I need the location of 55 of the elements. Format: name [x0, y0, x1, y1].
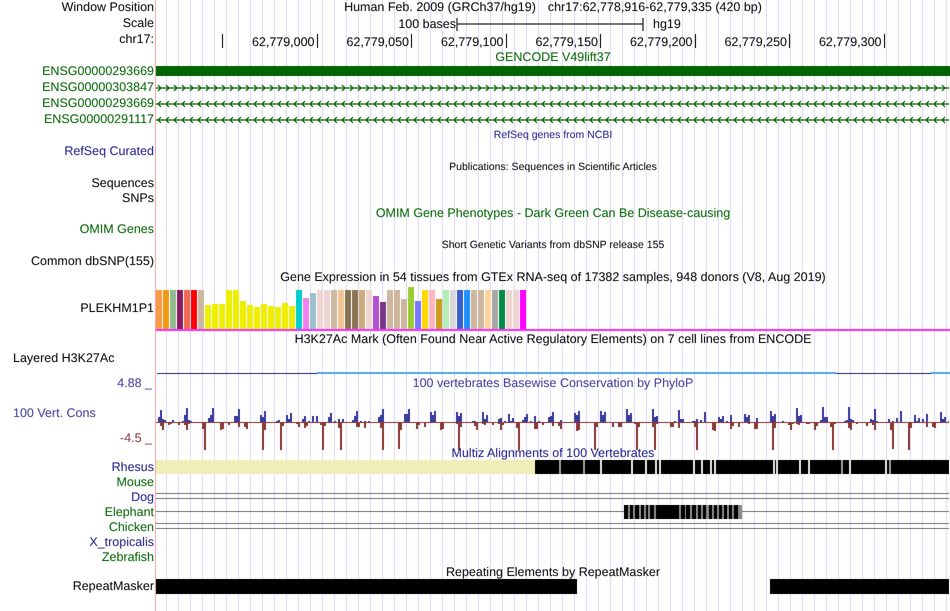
track-title: Publications: Sequences in Scientific Articles	[449, 160, 657, 175]
track-title: Gene Expression in 54 tissues from GTEx RNA-seq of 17382 samples, 948 donors (V8, Aug 2019)	[280, 270, 826, 284]
scale-length-label: 100 bases	[398, 17, 456, 31]
ruler-tick-label: 62,779,150	[535, 35, 599, 49]
track-title: GENCODE V49lift37	[495, 50, 611, 64]
assembly-label: hg19	[653, 17, 681, 31]
gene-strand-drawing[interactable]	[156, 82, 949, 94]
species-label[interactable]: X_tropicalis	[89, 535, 154, 549]
gene-strand-drawing[interactable]	[156, 98, 949, 110]
ruler-tick-mark	[694, 34, 696, 48]
track-label[interactable]: Layered H3K27Ac	[13, 351, 114, 365]
track-label[interactable]: PLEKHM1P1	[80, 300, 154, 316]
ruler-tick-label: 62,779,300	[818, 35, 882, 49]
species-label[interactable]: Chicken	[108, 520, 154, 534]
track-title: Repeating Elements by RepeatMasker	[446, 565, 660, 579]
gene-strand-drawing[interactable]	[156, 114, 949, 126]
gene-label[interactable]: ENSG00000291117	[44, 112, 154, 126]
track-label[interactable]: SNPs	[122, 191, 154, 205]
track-title: Short Genetic Variants from dbSNP release 155	[442, 238, 664, 253]
species-label[interactable]: Zebrafish	[102, 550, 154, 564]
gene-label[interactable]: ENSG00000293669	[42, 96, 154, 110]
track-title: RefSeq genes from NCBI	[494, 128, 612, 143]
ruler-tick-mark	[600, 34, 601, 48]
row-label: Window Position	[60, 0, 155, 16]
species-label[interactable]: Mouse	[116, 475, 154, 489]
ruler-tick-mark	[316, 34, 318, 48]
track-title: 100 vertebrates Basewise Conservation by PhyloP	[412, 376, 694, 390]
ruler-tick-mark	[222, 34, 223, 48]
track-title: H3K27Ac Mark (Often Found Near Active Regulatory Elements) on 7 cell lines from ENCODE	[294, 332, 812, 346]
ruler-tick-label: 62,779,000	[252, 35, 316, 49]
track-label[interactable]: RefSeq Curated	[64, 144, 154, 158]
ruler-tick-label: 62,779,050	[346, 35, 410, 49]
row-label: chr17:	[118, 32, 155, 48]
track-label[interactable]: Common dbSNP(155)	[31, 254, 154, 268]
track-label[interactable]: Sequences	[91, 176, 154, 190]
track-title: Multiz Alignments of 100 Vertebrates	[452, 446, 654, 460]
row-label: Scale	[122, 16, 155, 32]
ruler-tick-mark	[789, 34, 790, 48]
track-title: OMIM Gene Phenotypes - Dark Green Can Be Disease-causing	[376, 206, 730, 222]
species-label[interactable]: Elephant	[104, 505, 154, 519]
ruler-tick-label: 62,779,250	[724, 35, 788, 49]
gene-label[interactable]: ENSG00000293669	[42, 64, 154, 78]
ruler-tick-label: 62,779,200	[630, 35, 694, 49]
position-text: chr17:62,778,916-62,779,335 (420 bp)	[548, 0, 762, 16]
ruler-tick-mark	[411, 34, 412, 48]
assembly-title: Human Feb. 2009 (GRCh37/hg19)	[344, 0, 536, 16]
track-label[interactable]: RepeatMasker	[72, 579, 154, 593]
axis-min-label: -4.5 _	[119, 431, 154, 446]
species-label[interactable]: Rhesus	[112, 460, 154, 474]
gene-label[interactable]: ENSG00000303847	[42, 80, 154, 94]
track-label[interactable]: 100 Vert. Cons	[0, 406, 154, 431]
ruler-tick-label: 62,779,100	[440, 35, 504, 49]
axis-max-label: 4.88 _	[117, 376, 154, 390]
species-label[interactable]: Dog	[131, 490, 154, 504]
track-label[interactable]: OMIM Genes	[80, 222, 154, 236]
